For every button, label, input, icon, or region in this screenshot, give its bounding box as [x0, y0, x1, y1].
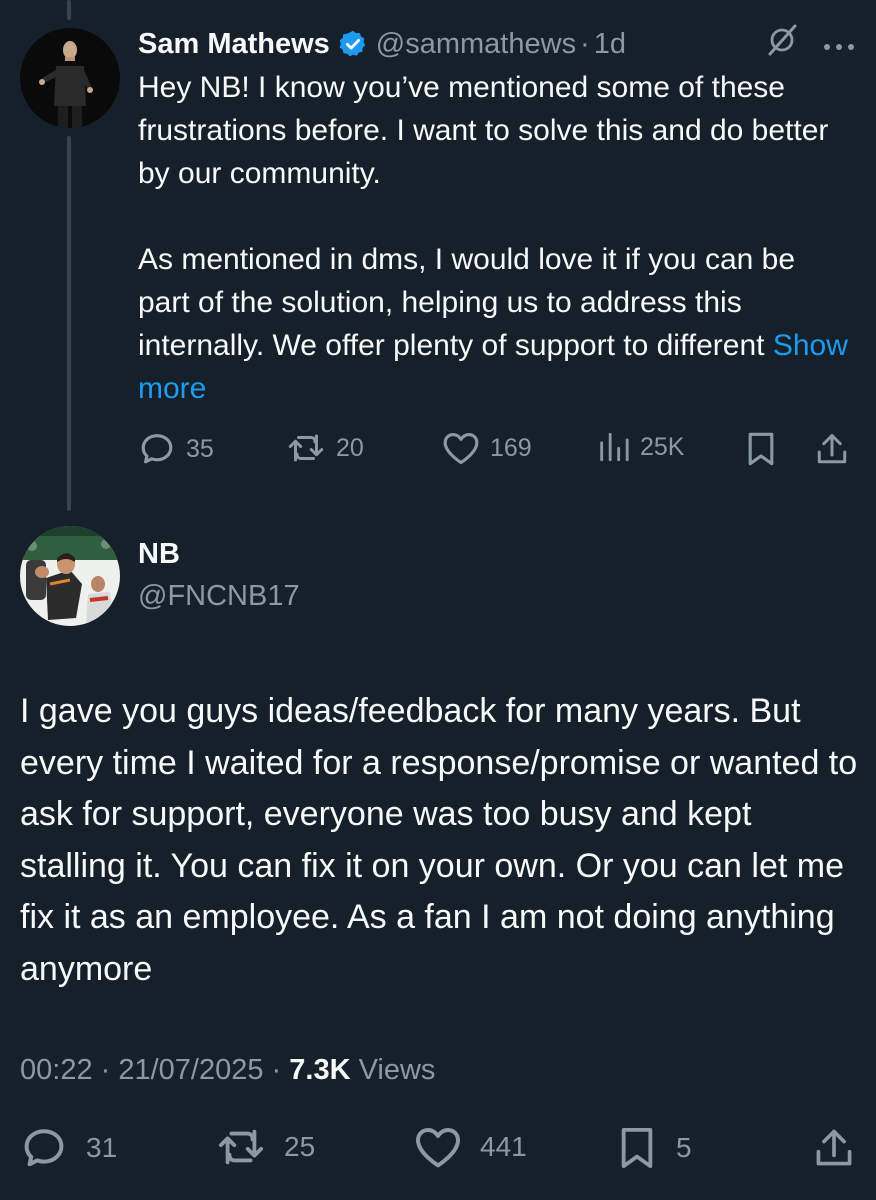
reply-button[interactable]: 31	[20, 1124, 117, 1172]
like-count: 441	[480, 1131, 527, 1162]
like-button[interactable]: 441	[414, 1124, 527, 1170]
views-count: 7.3K	[289, 1054, 351, 1086]
reply-icon	[24, 1129, 64, 1167]
reply-paragraph-text: As mentioned in dms, I would love it if …	[138, 243, 796, 362]
reply-count: 31	[86, 1132, 118, 1163]
reply-count: 35	[186, 434, 214, 463]
bookmark-button[interactable]: 5	[616, 1124, 692, 1172]
tweet-timestamp[interactable]: 00:22 · 21/07/2025 ·	[20, 1054, 289, 1086]
share-icon	[817, 434, 847, 464]
views-icon	[600, 432, 629, 462]
heart-icon	[443, 432, 479, 465]
repost-icon	[288, 434, 324, 462]
repost-count: 20	[336, 433, 364, 462]
views-label: Views	[350, 1054, 436, 1086]
tweet-text: I gave you guys ideas/feedback for many …	[20, 692, 858, 988]
display-name[interactable]: Sam Mathews	[138, 28, 330, 61]
like-button[interactable]: 169	[442, 430, 532, 466]
repost-button[interactable]: 20	[286, 430, 364, 466]
grok-icon[interactable]	[764, 22, 800, 66]
avatar-photo	[20, 28, 120, 128]
avatar-photo	[20, 526, 120, 626]
bookmark-icon	[621, 1127, 653, 1169]
share-button[interactable]	[814, 430, 850, 468]
thread-line	[67, 136, 71, 511]
reply-icon	[141, 434, 173, 464]
reply-actions: 35 20 169 25K	[138, 430, 854, 470]
avatar[interactable]	[20, 28, 120, 128]
bookmark-count: 5	[676, 1132, 692, 1163]
bookmark-button[interactable]	[744, 430, 778, 468]
reply-text: Hey NB! I know you’ve mentioned some of …	[138, 66, 848, 410]
separator: ·	[580, 27, 590, 60]
verified-badge-icon	[338, 29, 368, 59]
handle[interactable]: @sammathews	[376, 28, 576, 61]
reply-header: Sam Mathews @sammathews · 1d	[138, 24, 856, 64]
like-count: 169	[490, 433, 532, 462]
views-count: 25K	[640, 432, 685, 461]
heart-icon	[416, 1128, 460, 1168]
repost-icon	[218, 1129, 264, 1165]
bookmark-icon	[748, 432, 774, 466]
timestamp[interactable]: 1d	[594, 28, 626, 61]
tweet-actions: 31 25 441 5	[20, 1124, 856, 1174]
display-name[interactable]: NB	[138, 538, 180, 571]
share-icon	[816, 1129, 852, 1166]
tweet-meta: 00:22 · 21/07/2025 · 7.3K Views	[20, 1054, 435, 1087]
repost-count: 25	[284, 1131, 316, 1162]
handle[interactable]: @FNCNB17	[138, 580, 300, 613]
reply-button[interactable]: 35	[138, 430, 214, 468]
more-icon[interactable]	[822, 28, 856, 61]
thread-line-top	[67, 0, 71, 20]
reply-paragraph: As mentioned in dms, I would love it if …	[138, 238, 848, 410]
share-button[interactable]	[812, 1124, 856, 1172]
avatar[interactable]	[20, 526, 120, 626]
reply-paragraph: Hey NB! I know you’ve mentioned some of …	[138, 71, 829, 190]
repost-button[interactable]: 25	[216, 1124, 315, 1170]
views-button[interactable]: 25K	[596, 430, 684, 464]
